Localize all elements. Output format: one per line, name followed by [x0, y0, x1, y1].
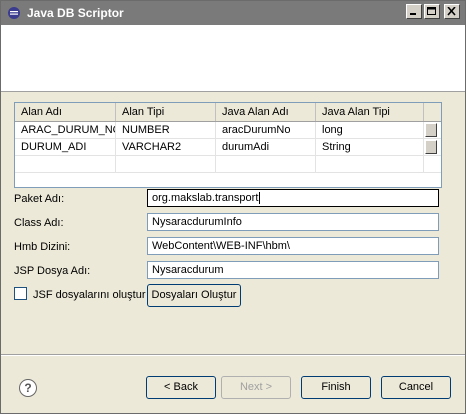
help-icon[interactable]: ? — [19, 379, 37, 397]
table-cell — [216, 156, 316, 172]
column-header-java-alan-adi[interactable]: Java Alan Adı — [216, 103, 316, 121]
table-row[interactable]: DURUM_ADI VARCHAR2 durumAdi String — [15, 139, 441, 156]
cancel-button[interactable]: Cancel — [381, 376, 451, 399]
wizard-header — [1, 25, 465, 92]
minimize-icon — [410, 13, 416, 15]
table-header: Alan Adı Alan Tipi Java Alan Adı Java Al… — [15, 103, 441, 122]
table-cell: DURUM_ADI — [15, 139, 116, 155]
table-row[interactable]: ARAC_DURUM_NO NUMBER aracDurumNo long — [15, 122, 441, 139]
maximize-button[interactable] — [424, 4, 440, 19]
minimize-button[interactable] — [406, 4, 422, 19]
dialog-window: Java DB Scriptor Alan Adı Alan Tipi Java… — [0, 0, 466, 414]
title-bar[interactable]: Java DB Scriptor — [1, 1, 465, 25]
hmb-dizini-field[interactable]: WebContent\WEB-INF\hbm\ — [147, 237, 439, 255]
class-adi-label: Class Adı: — [14, 217, 64, 229]
jsp-dosya-adi-field[interactable]: Nysaracdurum — [147, 261, 439, 279]
row-type-picker-button[interactable] — [425, 123, 437, 137]
back-button[interactable]: < Back — [146, 376, 216, 399]
next-button[interactable]: Next > — [221, 376, 291, 399]
class-adi-field[interactable]: NysaracdurumInfo — [147, 213, 439, 231]
table-cell: VARCHAR2 — [116, 139, 216, 155]
paket-adi-value: org.makslab.transport — [152, 192, 259, 204]
table-cell: NUMBER — [116, 122, 216, 138]
finish-button[interactable]: Finish — [301, 376, 371, 399]
fields-table[interactable]: Alan Adı Alan Tipi Java Alan Adı Java Al… — [14, 102, 442, 188]
paket-adi-field[interactable]: org.makslab.transport — [147, 189, 439, 207]
column-header-alan-tipi[interactable]: Alan Tipi — [116, 103, 216, 121]
footer-separator — [1, 354, 465, 356]
close-button[interactable] — [444, 4, 460, 19]
text-caret — [259, 192, 261, 205]
table-cell: long — [316, 122, 424, 138]
table-cell: durumAdi — [216, 139, 316, 155]
close-icon — [447, 7, 456, 16]
maximize-icon — [427, 7, 436, 15]
window-title: Java DB Scriptor — [27, 6, 124, 20]
table-cell — [116, 156, 216, 172]
table-cell — [316, 156, 424, 172]
jsf-checkbox-label[interactable]: JSF dosyalarını oluştur — [33, 289, 146, 301]
table-cell: ARAC_DURUM_NO — [15, 122, 116, 138]
wizard-content: Alan Adı Alan Tipi Java Alan Adı Java Al… — [1, 92, 465, 352]
eclipse-icon — [8, 7, 20, 19]
table-row-empty — [15, 156, 441, 173]
row-type-picker-button[interactable] — [425, 140, 437, 154]
hmb-dizini-label: Hmb Dizini: — [14, 241, 71, 253]
paket-adi-label: Paket Adı: — [14, 193, 65, 205]
table-cell: aracDurumNo — [216, 122, 316, 138]
create-files-button[interactable]: Dosyaları Oluştur — [147, 284, 241, 307]
jsf-checkbox[interactable] — [14, 287, 27, 300]
table-cell — [15, 156, 116, 172]
column-header-alan-adi[interactable]: Alan Adı — [15, 103, 116, 121]
column-header-java-alan-tipi[interactable]: Java Alan Tipi — [316, 103, 424, 121]
table-cell: String — [316, 139, 424, 155]
jsp-dosya-adi-label: JSP Dosya Adı: — [14, 265, 91, 277]
